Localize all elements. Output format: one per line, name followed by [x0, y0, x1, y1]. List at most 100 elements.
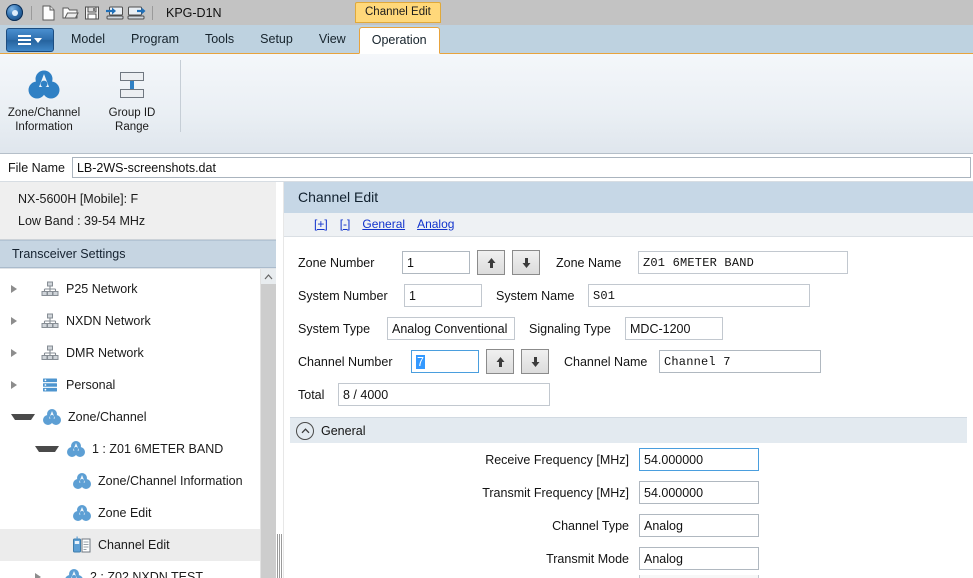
tree-item-zone-1-z01-6meter-band[interactable]: 1 : Z01 6METER BAND: [0, 433, 261, 465]
tree-item-personal[interactable]: Personal: [0, 369, 261, 401]
menu-item-model[interactable]: Model: [58, 27, 118, 52]
ribbon-button-zone-channel-information[interactable]: Zone/Channel Information: [0, 60, 88, 134]
file-name-input[interactable]: [72, 157, 971, 178]
model-info-box: NX-5600H [Mobile]: F Low Band : 39-54 MH…: [0, 182, 276, 240]
chevron-down-icon: [34, 38, 42, 43]
receive-frequency-input[interactable]: [639, 448, 759, 471]
menu-item-operation[interactable]: Operation: [359, 27, 440, 54]
tree-item-p25-network[interactable]: P25 Network: [0, 273, 261, 305]
pane-splitter[interactable]: [276, 182, 284, 578]
channel-number-down-button[interactable]: [521, 349, 549, 374]
total-label: Total: [298, 388, 338, 402]
channel-name-label: Channel Name: [564, 355, 659, 369]
chevron-right-icon[interactable]: [11, 285, 33, 293]
toolbar-separator: [31, 6, 32, 20]
tree-item-zone-2-z02-nxdn-test[interactable]: 2 : Z02 NXDN TEST: [0, 561, 261, 578]
tree-item-label: P25 Network: [66, 282, 138, 296]
tree-item-label: Channel Edit: [98, 538, 170, 552]
link-analog[interactable]: Analog: [417, 217, 454, 231]
menu-bar: Model Program Tools Setup View Operation: [0, 25, 973, 54]
channel-edit-form: Zone Number Zone Name System Number Sys: [284, 237, 973, 411]
ribbon-label-line2: Range: [115, 120, 149, 134]
document-tab-channel-edit[interactable]: Channel Edit: [355, 2, 441, 23]
write-to-radio-icon[interactable]: [125, 3, 147, 23]
zone-number-up-button[interactable]: [477, 250, 505, 275]
system-type-input[interactable]: [387, 317, 515, 340]
read-from-radio-icon[interactable]: [103, 3, 125, 23]
tree-item-nxdn-network[interactable]: NXDN Network: [0, 305, 261, 337]
tree-item-zone-channel[interactable]: Zone/Channel: [0, 401, 261, 433]
tree-item-channel-edit[interactable]: Channel Edit: [0, 529, 261, 561]
zone-number-input[interactable]: [402, 251, 470, 274]
system-number-row: System Number System Name: [298, 279, 973, 312]
tree-vertical-scrollbar[interactable]: [260, 269, 276, 578]
menu-item-program[interactable]: Program: [118, 27, 192, 52]
transceiver-settings-header: Transceiver Settings: [0, 240, 276, 268]
ribbon-label-line1: Zone/Channel: [8, 106, 80, 120]
chevron-right-icon[interactable]: [11, 349, 33, 357]
channel-name-input[interactable]: [659, 350, 821, 373]
tree-item-zone-edit[interactable]: Zone Edit: [0, 497, 261, 529]
network-icon: [38, 345, 62, 361]
chevron-down-icon[interactable]: [11, 414, 35, 420]
chevron-right-icon[interactable]: [11, 317, 33, 325]
menu-item-view[interactable]: View: [306, 27, 359, 52]
tree-item-zone-channel-information[interactable]: Zone/Channel Information: [0, 465, 261, 497]
chevron-down-icon[interactable]: [35, 446, 59, 452]
channel-number-selected-text: 7: [416, 355, 425, 369]
personal-stack-icon: [38, 377, 62, 393]
tree-item-label: Zone Edit: [98, 506, 152, 520]
application-menu-button[interactable]: [6, 28, 54, 52]
chevron-up-circle-icon[interactable]: [296, 422, 314, 440]
file-name-row: File Name: [0, 154, 973, 182]
app-title: KPG-D1N: [166, 6, 222, 20]
ribbon-button-group-id-range[interactable]: Group ID Range: [88, 60, 176, 134]
menu-item-tools[interactable]: Tools: [192, 27, 247, 52]
channel-number-up-button[interactable]: [486, 349, 514, 374]
tree-item-label: Personal: [66, 378, 115, 392]
transmit-mode-input[interactable]: [639, 547, 759, 570]
zone-channel-venn-icon: [62, 568, 86, 578]
save-disk-icon[interactable]: [81, 3, 103, 23]
settings-tree: P25 Network NXDN Network: [0, 269, 261, 578]
title-bar: KPG-D1N Channel Edit: [0, 0, 973, 25]
transmit-frequency-input[interactable]: [639, 481, 759, 504]
scrollbar-thumb[interactable]: [261, 284, 276, 578]
zone-name-input[interactable]: [638, 251, 848, 274]
link-general[interactable]: General: [362, 217, 405, 231]
general-group-header[interactable]: General: [290, 417, 967, 443]
transmit-mode-row: Transmit Mode: [284, 542, 973, 575]
transmit-mode-label: Transmit Mode: [284, 552, 639, 566]
file-name-label: File Name: [8, 161, 65, 175]
expand-collapse-link-bar: [+] [-] General Analog: [284, 213, 973, 237]
zone-channel-venn-icon: [40, 408, 64, 426]
new-file-icon[interactable]: [37, 3, 59, 23]
ribbon-label-line2: Information: [15, 120, 73, 134]
channel-type-input[interactable]: [639, 514, 759, 537]
group-id-range-icon: [114, 64, 150, 106]
scroll-up-arrow-icon[interactable]: [261, 269, 276, 284]
tree-item-label: 2 : Z02 NXDN TEST: [90, 570, 203, 578]
channel-number-label: Channel Number: [298, 355, 411, 369]
collapse-all-link[interactable]: [-]: [340, 217, 351, 231]
ribbon-group-operation: Zone/Channel Information Group ID Range: [0, 60, 189, 144]
chevron-right-icon[interactable]: [35, 573, 57, 578]
channel-number-input[interactable]: 7: [411, 350, 479, 373]
signaling-type-input[interactable]: [625, 317, 723, 340]
zone-number-down-button[interactable]: [512, 250, 540, 275]
splitter-grip-icon[interactable]: [277, 534, 282, 578]
tree-item-dmr-network[interactable]: DMR Network: [0, 337, 261, 369]
system-number-input[interactable]: [404, 284, 482, 307]
main-body: NX-5600H [Mobile]: F Low Band : 39-54 MH…: [0, 182, 973, 578]
tree-item-label: Zone/Channel: [68, 410, 147, 424]
channel-type-row: Channel Type: [284, 509, 973, 542]
chevron-right-icon[interactable]: [11, 381, 33, 389]
open-folder-icon[interactable]: [59, 3, 81, 23]
expand-all-link[interactable]: [+]: [314, 217, 328, 231]
channel-type-label: Channel Type: [284, 519, 639, 533]
channel-number-row: Channel Number 7 Channel Name: [298, 345, 973, 378]
system-name-input[interactable]: [588, 284, 810, 307]
application-window: KPG-D1N Channel Edit Model Program Tools…: [0, 0, 973, 578]
system-type-row: System Type Signaling Type: [298, 312, 973, 345]
menu-item-setup[interactable]: Setup: [247, 27, 306, 52]
